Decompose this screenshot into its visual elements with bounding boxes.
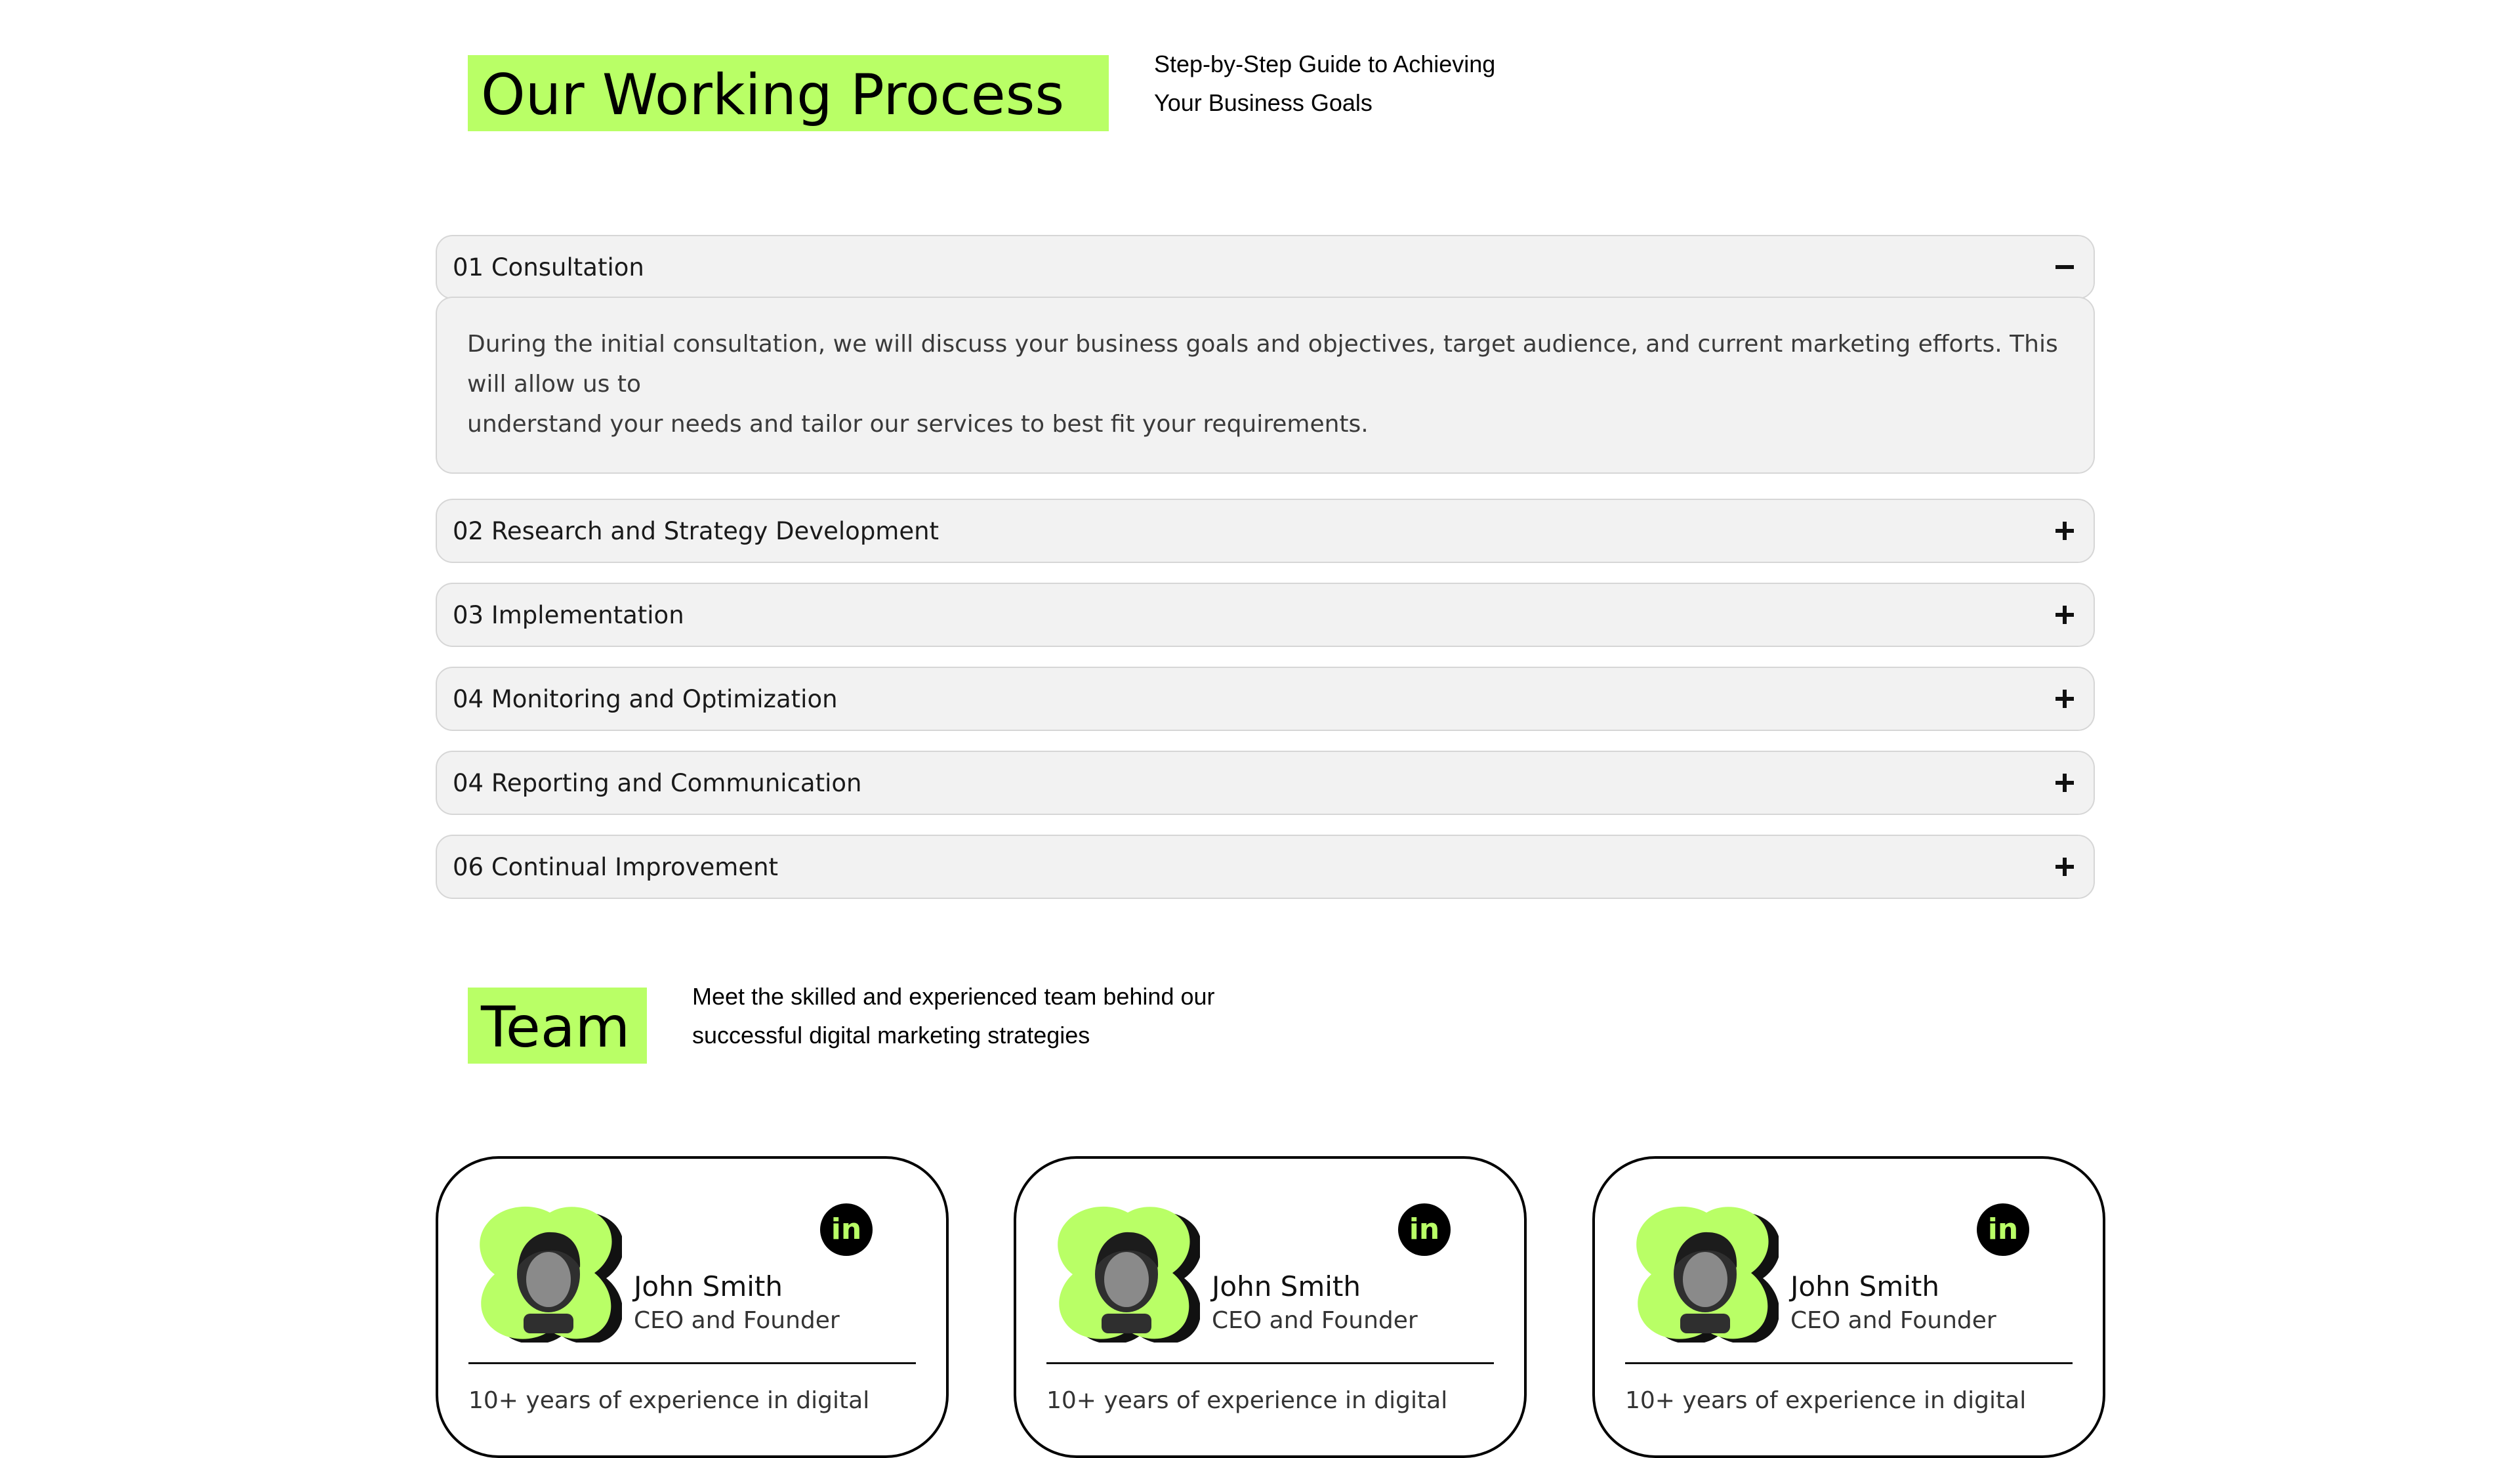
member-description: 10+ years of experience in digital [1625,1387,2027,1414]
process-subtitle-line2: Your Business Goals [1154,89,1373,116]
team-heading: Team [468,988,647,1064]
linkedin-icon[interactable]: in [1977,1203,2029,1256]
accordion-title: 02 Research and Strategy Development [453,516,940,545]
accordion-title: 06 Continual Improvement [453,852,779,881]
member-name: John Smith [1790,1270,1940,1302]
card-divider [468,1362,916,1364]
accordion-item-research[interactable]: 02 Research and Strategy Development [436,499,2095,563]
linkedin-icon[interactable]: in [1398,1203,1451,1256]
card-divider [1625,1362,2073,1364]
team-heading-text: Team [481,995,630,1060]
accordion-item-reporting[interactable]: 04 Reporting and Communication [436,751,2095,815]
process-heading: Our Working Process [468,55,1109,131]
member-role: CEO and Founder [1790,1307,1996,1334]
member-description: 10+ years of experience in digital [468,1387,870,1414]
accordion-title: 03 Implementation [453,600,684,629]
avatar [1058,1206,1200,1343]
accordion-panel-text-line1: During the initial consultation, we will… [467,331,2058,398]
avatar [480,1206,622,1343]
accordion-title: 04 Monitoring and Optimization [453,684,838,713]
process-subtitle: Step-by-Step Guide to Achieving Your Bus… [1154,45,1495,122]
accordion-item-implementation[interactable]: 03 Implementation [436,583,2095,647]
accordion-item-monitoring[interactable]: 04 Monitoring and Optimization [436,667,2095,731]
accordion-header[interactable]: 04 Monitoring and Optimization [437,668,2094,730]
member-name: John Smith [634,1270,783,1302]
accordion-title: 01 Consultation [453,253,644,281]
member-role: CEO and Founder [1212,1307,1418,1334]
member-role: CEO and Founder [634,1307,840,1334]
accordion-item-consultation[interactable]: 01 Consultation [436,235,2095,299]
accordion-header[interactable]: 01 Consultation [437,236,2094,298]
accordion-header[interactable]: 03 Implementation [437,584,2094,646]
team-subtitle-line1: Meet the skilled and experienced team be… [692,983,1215,1010]
team-subtitle: Meet the skilled and experienced team be… [692,977,1215,1054]
accordion-panel-consultation: During the initial consultation, we will… [436,297,2095,474]
accordion-header[interactable]: 06 Continual Improvement [437,836,2094,898]
card-divider [1046,1362,1494,1364]
plus-icon[interactable] [2052,686,2078,712]
member-name: John Smith [1212,1270,1361,1302]
member-description: 10+ years of experience in digital [1046,1387,1448,1414]
accordion-title: 04 Reporting and Communication [453,768,862,797]
accordion-panel-text-line2: understand your needs and tailor our ser… [467,411,1369,438]
accordion-item-improvement[interactable]: 06 Continual Improvement [436,835,2095,899]
team-subtitle-line2: successful digital marketing strategies [692,1022,1090,1049]
process-heading-text: Our Working Process [481,62,1065,128]
plus-icon[interactable] [2052,770,2078,796]
avatar [1636,1206,1779,1343]
team-card: in John Smith CEO and Founder 10+ years … [1592,1156,2105,1458]
accordion-header[interactable]: 04 Reporting and Communication [437,752,2094,814]
plus-icon[interactable] [2052,854,2078,880]
process-subtitle-line1: Step-by-Step Guide to Achieving [1154,51,1496,77]
plus-icon[interactable] [2052,518,2078,544]
plus-icon[interactable] [2052,602,2078,628]
team-card: in John Smith CEO and Founder 10+ years … [1014,1156,1527,1458]
team-card: in John Smith CEO and Founder 10+ years … [436,1156,949,1458]
linkedin-icon[interactable]: in [820,1203,873,1256]
minus-icon[interactable] [2052,254,2078,280]
accordion-header[interactable]: 02 Research and Strategy Development [437,500,2094,562]
